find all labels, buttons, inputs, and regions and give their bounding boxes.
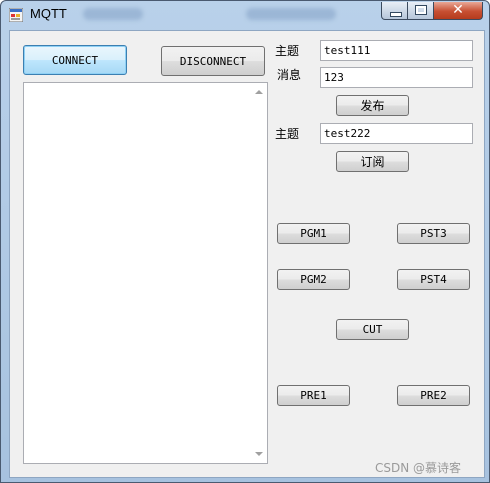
- pre2-button[interactable]: PRE2: [397, 385, 470, 406]
- window-title: MQTT: [30, 6, 67, 21]
- client-area: CONNECT DISCONNECT 主题 消息 发布 主题 订阅 PGM1 P…: [9, 30, 485, 478]
- subscribe-topic-label: 主题: [275, 127, 300, 141]
- minimize-icon: [390, 12, 402, 17]
- message-list[interactable]: [23, 82, 268, 464]
- minimize-button[interactable]: [381, 2, 408, 20]
- app-icon: [9, 8, 23, 22]
- scroll-up-icon[interactable]: [255, 90, 263, 94]
- title-bar[interactable]: MQTT ✕: [1, 1, 489, 29]
- scroll-down-icon[interactable]: [255, 452, 263, 456]
- csdn-watermark: CSDN @慕诗客: [375, 461, 462, 475]
- publish-button[interactable]: 发布: [336, 95, 409, 116]
- message-input[interactable]: [320, 67, 473, 88]
- pst3-button[interactable]: PST3: [397, 223, 470, 244]
- message-label: 消息: [277, 68, 302, 82]
- maximize-icon: [415, 5, 427, 15]
- publish-topic-label: 主题: [275, 44, 300, 58]
- subscribe-button[interactable]: 订阅: [336, 151, 409, 172]
- close-icon: ✕: [452, 2, 464, 18]
- pgm2-button[interactable]: PGM2: [277, 269, 350, 290]
- maximize-button[interactable]: [407, 2, 434, 20]
- cut-button[interactable]: CUT: [336, 319, 409, 340]
- disconnect-button[interactable]: DISCONNECT: [161, 46, 265, 76]
- titlebar-blur: [246, 8, 336, 20]
- connect-button[interactable]: CONNECT: [23, 45, 127, 75]
- titlebar-blur: [83, 8, 143, 20]
- close-button[interactable]: ✕: [433, 2, 483, 20]
- subscribe-topic-input[interactable]: [320, 123, 473, 144]
- app-window: MQTT ✕ CONNECT DISCONNECT 主题 消息 发布 主题 订阅…: [0, 0, 490, 483]
- pst4-button[interactable]: PST4: [397, 269, 470, 290]
- pgm1-button[interactable]: PGM1: [277, 223, 350, 244]
- pre1-button[interactable]: PRE1: [277, 385, 350, 406]
- vertical-scrollbar[interactable]: [251, 83, 267, 463]
- publish-topic-input[interactable]: [320, 40, 473, 61]
